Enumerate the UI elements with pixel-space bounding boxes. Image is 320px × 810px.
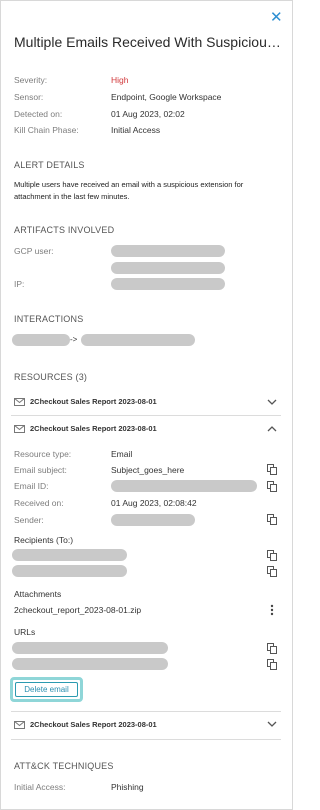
divider (11, 711, 281, 712)
copy-icon[interactable] (267, 481, 277, 492)
page-title: Multiple Emails Received With Suspicious… (14, 34, 282, 50)
alert-details-heading: ALERT DETAILS (14, 160, 85, 170)
resource-type-value: Email (111, 449, 133, 459)
detected-on-label: Detected on: (14, 109, 63, 119)
resources-heading: RESOURCES (3) (14, 372, 88, 382)
detected-on-value: 01 Aug 2023, 02:02 (111, 109, 185, 119)
kill-chain-label: Kill Chain Phase: (14, 125, 79, 135)
redacted-email-id (111, 480, 257, 492)
copy-icon[interactable] (267, 643, 277, 654)
resource-title: 2Checkout Sales Report 2023-08-01 (30, 397, 157, 406)
redacted-sender (111, 514, 195, 526)
redacted-gcp-user (111, 245, 225, 257)
resource-row-1[interactable]: 2Checkout Sales Report 2023-08-01 (14, 397, 157, 406)
kill-chain-value: Initial Access (111, 125, 161, 135)
email-id-label: Email ID: (14, 481, 49, 491)
alert-details-panel: ✕ Multiple Emails Received With Suspicio… (0, 0, 293, 810)
redacted-recipient (12, 549, 127, 561)
delete-email-highlight: Delete email (10, 677, 83, 702)
attachments-heading: Attachments (14, 589, 62, 599)
chevron-down-icon[interactable] (266, 718, 278, 730)
redacted-gcp-user (111, 262, 225, 274)
interaction-arrow: -> (70, 335, 78, 344)
redacted-recipient (12, 565, 127, 577)
urls-heading: URLs (14, 627, 36, 637)
redacted-url (12, 658, 168, 670)
more-options-icon[interactable] (269, 604, 275, 616)
received-on-label: Received on: (14, 498, 64, 508)
severity-label: Severity: (14, 75, 48, 85)
redacted-ip (111, 278, 225, 290)
alert-description: Multiple users have received an email wi… (14, 180, 244, 201)
artifacts-heading: ARTIFACTS INVOLVED (14, 225, 115, 235)
copy-icon[interactable] (267, 464, 277, 475)
envelope-icon (14, 424, 25, 433)
recipients-heading: Recipients (To:) (14, 535, 74, 545)
redacted-url (12, 642, 168, 654)
copy-icon[interactable] (267, 566, 277, 577)
copy-icon[interactable] (267, 514, 277, 525)
delete-email-button[interactable]: Delete email (15, 682, 78, 697)
resource-title: 2Checkout Sales Report 2023-08-01 (30, 720, 157, 729)
initial-access-label: Initial Access: (14, 782, 66, 792)
sender-label: Sender: (14, 515, 44, 525)
attachment-name[interactable]: 2checkout_report_2023-08-01.zip (14, 605, 141, 615)
received-on-value: 01 Aug 2023, 02:08:42 (111, 498, 197, 508)
sensor-label: Sensor: (14, 92, 44, 102)
resource-title: 2Checkout Sales Report 2023-08-01 (30, 424, 157, 433)
divider (11, 739, 281, 740)
resource-row-2[interactable]: 2Checkout Sales Report 2023-08-01 (14, 424, 157, 433)
copy-icon[interactable] (267, 659, 277, 670)
copy-icon[interactable] (267, 550, 277, 561)
attack-heading: ATT&CK TECHNIQUES (14, 761, 114, 771)
divider (11, 415, 281, 416)
redacted-interaction-source (12, 334, 70, 346)
email-subject-label: Email subject: (14, 465, 67, 475)
severity-value: High (111, 75, 129, 85)
envelope-icon (14, 397, 25, 406)
redacted-interaction-target (81, 334, 195, 346)
resource-row-3[interactable]: 2Checkout Sales Report 2023-08-01 (14, 720, 157, 729)
close-icon[interactable]: ✕ (270, 10, 284, 26)
initial-access-value: Phishing (111, 782, 144, 792)
chevron-down-icon[interactable] (266, 396, 278, 408)
interactions-heading: INTERACTIONS (14, 314, 84, 324)
email-subject-value: Subject_goes_here (111, 465, 185, 475)
gcp-user-label: GCP user: (14, 246, 54, 256)
chevron-up-icon[interactable] (266, 423, 278, 435)
sensor-value: Endpoint, Google Workspace (111, 92, 222, 102)
resource-type-label: Resource type: (14, 449, 72, 459)
ip-label: IP: (14, 279, 25, 289)
envelope-icon (14, 720, 25, 729)
